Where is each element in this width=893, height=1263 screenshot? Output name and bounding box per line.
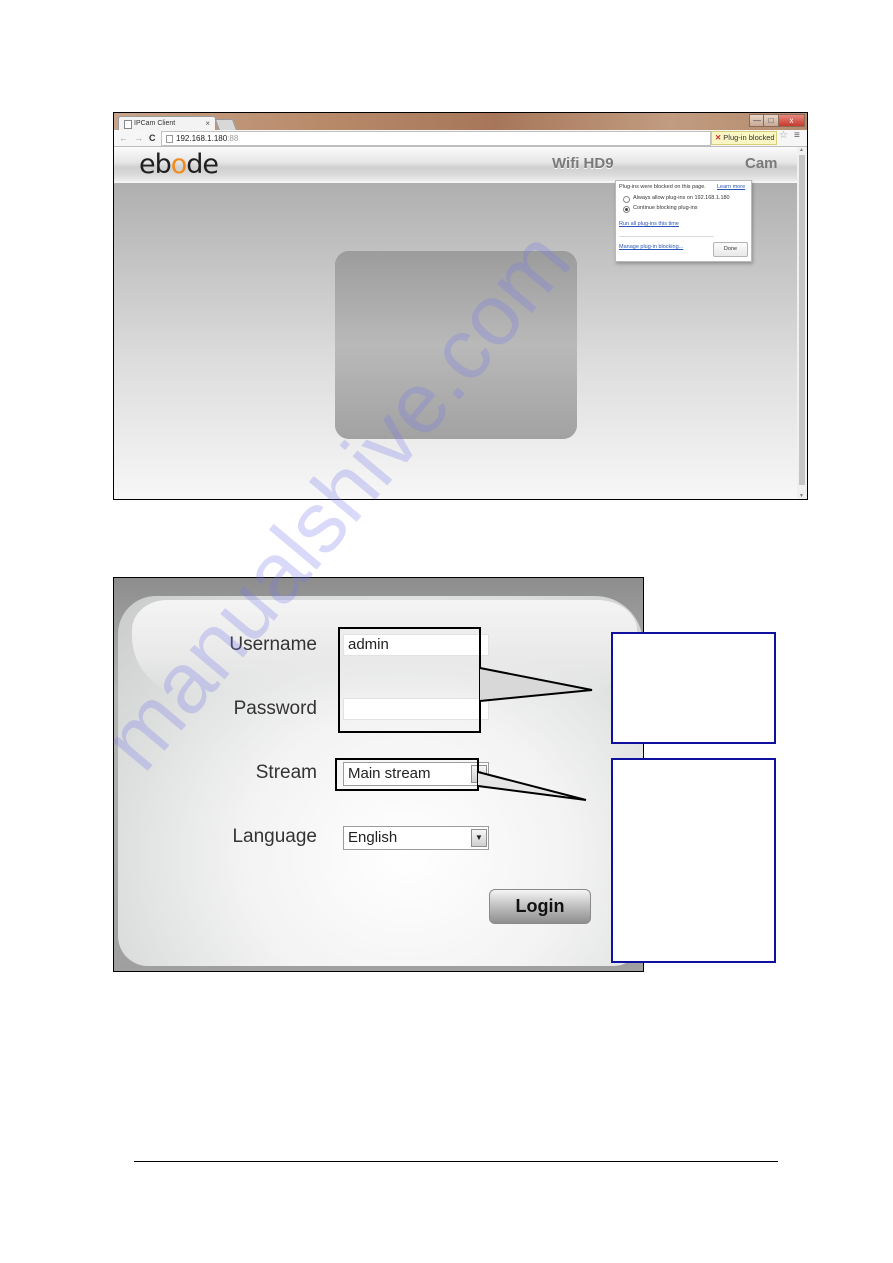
url-text: 192.168.1.180:88 [176,132,238,145]
browser-toolbar: ← → C 192.168.1.180:88 ✕ Plug-in blocked … [114,130,807,147]
page-viewport: ebode Wifi HD9 Cam Username admin Passwo… [114,147,797,499]
scrollbar-thumb[interactable] [799,155,805,485]
dropdown-arrow-icon[interactable]: ▼ [471,829,487,847]
done-button[interactable]: Done [713,242,748,257]
vertical-scrollbar[interactable]: ▲ ▼ [797,147,807,499]
reload-icon[interactable]: C [149,132,156,144]
plugin-blocked-badge[interactable]: ✕ Plug-in blocked [711,131,777,145]
continue-blocking-label[interactable]: Continue blocking plug-ins [633,205,698,211]
login-button[interactable]: Login [489,889,591,924]
stream-callout-frame [335,758,479,791]
logo-part: eb [139,149,172,180]
username-label: Username [229,634,317,655]
footer-divider [134,1161,778,1162]
browser-screenshot: IPCam Client × — □ x ← → C 192.168.1.180… [113,112,808,500]
back-arrow-icon[interactable]: ← [119,132,128,144]
site-title-suffix: Cam [745,155,778,172]
run-all-plugins-link[interactable]: Run all plug-ins this time [619,221,679,227]
plugin-blocked-icon: ✕ [715,133,722,142]
page-icon [166,135,173,143]
tab-close-icon[interactable]: × [205,117,210,131]
logo-part: de [186,149,219,180]
popup-title: Plug-ins were blocked on this page. [619,184,706,190]
language-label: Language [232,826,317,847]
plugin-blocked-label: Plug-in blocked [723,133,775,142]
stream-note-box [611,758,776,963]
maximize-button[interactable]: □ [763,114,779,127]
credentials-callout-frame [338,627,481,733]
continue-blocking-radio[interactable] [623,206,630,213]
always-allow-label[interactable]: Always allow plug-ins on 192.168.1.180 [633,195,730,201]
page-icon [124,120,132,129]
login-zoomed-screenshot: Username admin Password Stream Main stre… [113,577,644,972]
close-window-button[interactable]: x [778,114,805,127]
tab-ipcam-client[interactable]: IPCam Client × [118,116,216,131]
manage-plugin-blocking-link[interactable]: Manage plug-in blocking... [619,244,683,250]
password-label: Password [233,698,317,719]
bookmark-star-icon[interactable]: ☆ [779,130,788,141]
browser-titlebar: IPCam Client × — □ x [114,113,807,131]
credentials-note-box [611,632,776,744]
panel-reflection [335,251,577,439]
always-allow-radio[interactable] [623,196,630,203]
popup-divider [619,236,714,237]
forward-arrow-icon[interactable]: → [134,132,143,144]
menu-icon[interactable]: ≡ [794,130,800,141]
url-host: 192.168.1.180 [176,134,228,143]
ebode-logo: ebode [139,149,219,180]
stream-label: Stream [255,762,317,783]
address-bar[interactable]: 192.168.1.180:88 [161,131,711,146]
plugin-blocked-popup: Plug-ins were blocked on this page. Lear… [615,180,752,262]
language-select[interactable]: English ▼ [343,826,489,850]
url-port: :88 [227,134,239,143]
site-title: Wifi HD9 [552,155,614,172]
tab-label: IPCam Client [134,120,176,127]
scroll-up-icon[interactable]: ▲ [799,147,804,153]
site-header: ebode Wifi HD9 Cam [114,147,797,183]
scroll-down-icon[interactable]: ▼ [799,493,804,499]
language-value: English [348,829,398,846]
logo-part-accent: o [170,149,188,180]
learn-more-link[interactable]: Learn more [717,184,745,190]
